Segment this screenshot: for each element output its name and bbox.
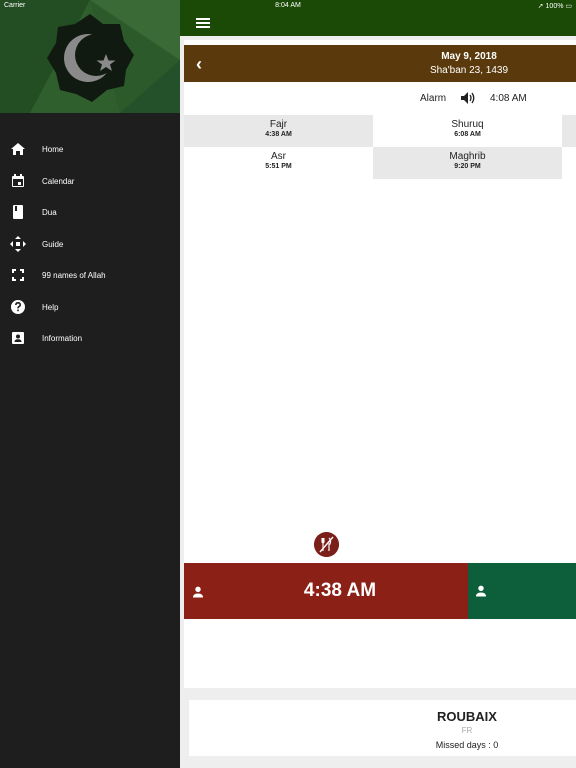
prayer-name: Shuruq [451, 119, 484, 130]
app-root: Carrier 8:04 AM ➚ 100% ▭ ‹ May 9, 2018 S… [0, 0, 576, 768]
prayer-grid: Fajr 4:38 AM Shuruq 6:08 AM Asr 5:51 PM … [184, 115, 576, 179]
gregorian-date: May 9, 2018 [441, 51, 497, 62]
city-name: ROUBAIX [437, 709, 497, 724]
home-icon [11, 143, 25, 155]
sidebar-item-label: Help [42, 302, 59, 312]
prayer-cell-asr[interactable]: Asr 5:51 PM [184, 147, 373, 179]
prayer-name: Maghrib [449, 151, 486, 162]
sidebar-item-calendar[interactable]: Calendar [0, 166, 180, 198]
main-area: ‹ May 9, 2018 Sha'ban 23, 1439 Alarm 4:0… [180, 0, 576, 768]
sidebar-menu: Home Calendar Dua Guide 99 names of Alla… [0, 134, 180, 355]
prayer-name: Asr [271, 151, 286, 162]
prayer-time: 6:08 AM [454, 131, 481, 138]
battery-percent: 100% [545, 3, 564, 10]
sidebar-item-help[interactable]: Help [0, 292, 180, 324]
alarm-row[interactable]: Alarm 4:08 AM [184, 90, 576, 106]
missed-days: Missed days : 0 [435, 740, 499, 750]
country-code: FR [461, 726, 473, 735]
calendar-icon [12, 173, 24, 187]
sidebar-item-label: 99 names of Allah [42, 271, 106, 280]
status-time: 8:04 AM [275, 2, 301, 9]
sidebar-item-label: Calendar [42, 176, 75, 186]
hamburger-menu-icon[interactable] [196, 18, 210, 29]
countdown-bar: 4:38 AM [184, 563, 576, 619]
prayer-cell-fajr[interactable]: Fajr 4:38 AM [184, 115, 373, 147]
prayer-cell-next[interactable] [562, 115, 576, 147]
prayer-time: 9:20 PM [454, 163, 481, 170]
sidebar-item-label: Home [42, 145, 64, 154]
help-icon [11, 299, 25, 314]
sidebar-item-label: Information [42, 334, 83, 343]
sidebar-item-dua[interactable]: Dua [0, 197, 180, 229]
sidebar-item-information[interactable]: Information [0, 323, 180, 355]
sidebar-item-home[interactable]: Home [0, 134, 180, 166]
sidebar-item-99-names[interactable]: 99 names of Allah [0, 260, 180, 292]
speaker-icon[interactable] [460, 91, 476, 105]
prayer-name: Fajr [269, 119, 288, 130]
back-chevron-icon[interactable]: ‹ [196, 54, 202, 75]
prayer-time: 5:51 PM [265, 163, 292, 170]
countdown-time: 4:38 AM [303, 580, 377, 601]
alarm-time: 4:08 AM [490, 93, 527, 104]
fullscreen-icon [12, 269, 24, 281]
battery-label: ➚ 100% ▭ [537, 3, 572, 10]
sidebar-item-label: Dua [42, 208, 57, 217]
crescent-star-logo-icon [47, 14, 134, 102]
date-bar: ‹ May 9, 2018 Sha'ban 23, 1439 [184, 45, 576, 82]
move-arrows-icon [10, 235, 26, 252]
content-panel: ‹ May 9, 2018 Sha'ban 23, 1439 Alarm 4:0… [184, 40, 576, 688]
sidebar-header [0, 0, 180, 113]
sidebar-item-label: Guide [42, 239, 64, 249]
book-icon [13, 205, 23, 219]
prayer-cell-shuruq[interactable]: Shuruq 6:08 AM [373, 115, 562, 147]
location-card[interactable]: ROUBAIX FR Missed days : 0 [189, 700, 576, 756]
sidebar-item-guide[interactable]: Guide [0, 229, 180, 261]
contact-card-icon [12, 332, 24, 344]
status-bar: Carrier 8:04 AM ➚ 100% ▭ [0, 0, 576, 13]
prayer-cell-maghrib[interactable]: Maghrib 9:20 PM [373, 147, 562, 179]
prayer-time: 4:38 AM [265, 131, 292, 138]
sidebar-drawer: Home Calendar Dua Guide 99 names of Alla… [0, 0, 180, 768]
hijri-date: Sha'ban 23, 1439 [429, 65, 509, 76]
alarm-label: Alarm [420, 93, 447, 104]
no-food-icon[interactable] [314, 532, 339, 557]
